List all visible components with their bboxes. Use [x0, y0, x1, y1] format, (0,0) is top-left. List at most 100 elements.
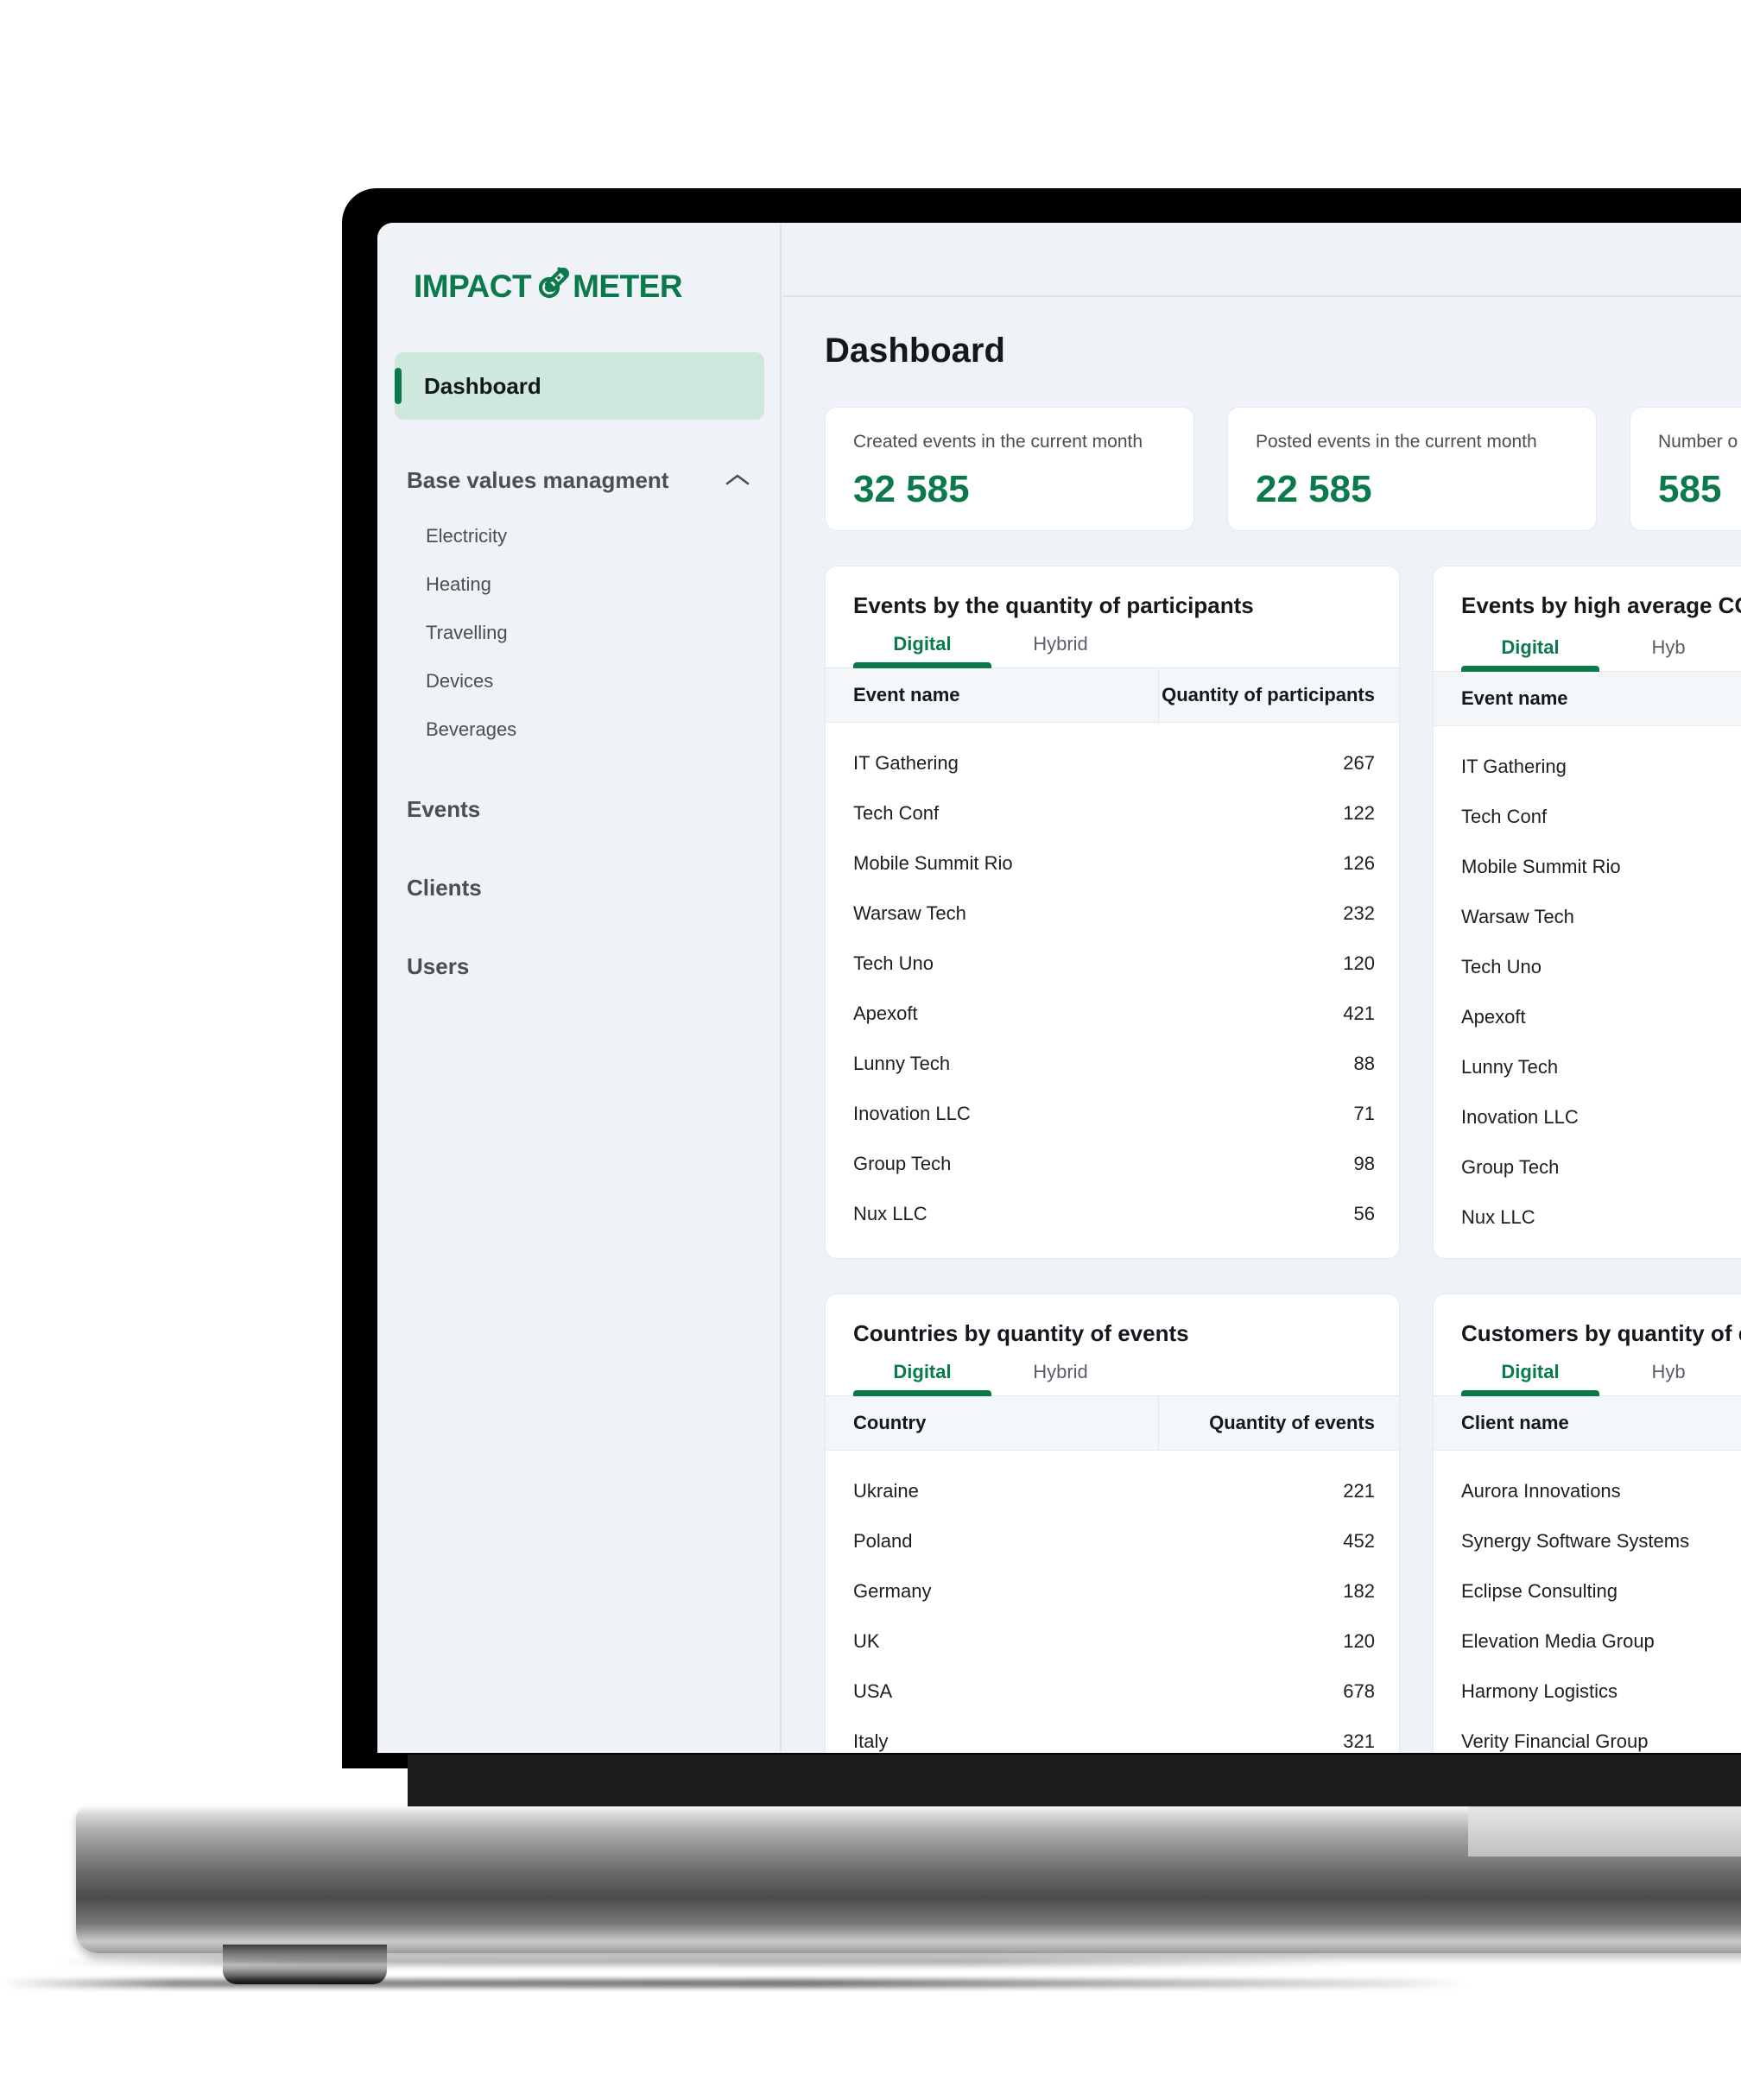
- sidebar-item-electricity[interactable]: Electricity: [395, 525, 764, 547]
- sidebar-group-label: Base values managment: [407, 466, 669, 493]
- sidebar-item-heating[interactable]: Heating: [395, 573, 764, 596]
- cell-quantity: 98: [1353, 1153, 1375, 1174]
- stat-card-row: Created events in the current month 32 5…: [825, 407, 1741, 531]
- table-row[interactable]: Nux LLC: [1434, 1192, 1741, 1243]
- table-row[interactable]: USA 678: [826, 1667, 1399, 1717]
- table-row[interactable]: Apexoft: [1434, 992, 1741, 1042]
- table-row[interactable]: Aurora Innovations: [1434, 1466, 1741, 1516]
- table-row[interactable]: Lunny Tech: [1434, 1042, 1741, 1092]
- table-row[interactable]: Inovation LLC 71: [826, 1089, 1399, 1139]
- cell-quantity: 221: [1343, 1480, 1375, 1502]
- panel-row-top: Events by the quantity of participants D…: [825, 566, 1741, 1260]
- cell-quantity: 267: [1343, 752, 1375, 774]
- laptop-screen: IMPACT METER Dashboard Base values manag…: [377, 223, 1741, 1753]
- panel-events-by-co2: Events by high average CO2 Digital Hyb E…: [1433, 566, 1741, 1260]
- stat-value: 22 585: [1256, 468, 1372, 510]
- tab-digital[interactable]: Digital: [1461, 636, 1599, 673]
- cell-country: USA: [853, 1680, 893, 1703]
- table-row[interactable]: Group Tech: [1434, 1142, 1741, 1192]
- tab-digital[interactable]: Digital: [853, 633, 991, 668]
- laptop-shadow-secondary: [52, 1958, 1347, 1965]
- table-row[interactable]: Tech Conf: [1434, 792, 1741, 842]
- stat-label: Created events in the current month: [853, 432, 1143, 452]
- table-row[interactable]: Mobile Summit Rio: [1434, 842, 1741, 892]
- chevron-up-icon[interactable]: [725, 472, 750, 488]
- cell-event-name: Warsaw Tech: [853, 902, 966, 924]
- main-content: Dashboard Created events in the current …: [783, 223, 1741, 1753]
- table-row[interactable]: Mobile Summit Rio 126: [826, 838, 1399, 889]
- sidebar-item-beverages[interactable]: Beverages: [395, 718, 764, 741]
- stat-card-posted-events[interactable]: Posted events in the current month 22 58…: [1227, 407, 1597, 531]
- table-row[interactable]: Tech Uno: [1434, 942, 1741, 992]
- cell-quantity: 452: [1343, 1530, 1375, 1553]
- table-row[interactable]: Elevation Media Group: [1434, 1616, 1741, 1667]
- cell-event-name: Nux LLC: [1461, 1206, 1535, 1229]
- thermometer-icon: [532, 262, 572, 307]
- sidebar-nav: Dashboard Base values managment Electric…: [377, 352, 782, 980]
- panel-title: Customers by quantity of ev: [1461, 1320, 1741, 1347]
- column-header-event-name: Event name: [1461, 687, 1568, 710]
- sidebar-item-travelling[interactable]: Travelling: [395, 622, 764, 644]
- sidebar-item-clients[interactable]: Clients: [395, 875, 764, 901]
- cell-client-name: Harmony Logistics: [1461, 1680, 1618, 1703]
- stat-card-created-events[interactable]: Created events in the current month 32 5…: [825, 407, 1194, 531]
- panel-title-text: Events by high average CO: [1461, 592, 1741, 618]
- table-row[interactable]: Warsaw Tech: [1434, 892, 1741, 942]
- tab-bar: Digital Hyb: [1434, 636, 1741, 673]
- cell-event-name: IT Gathering: [853, 752, 959, 774]
- column-header-event-name: Event name: [853, 684, 960, 705]
- page-title: Dashboard: [825, 332, 1005, 370]
- sidebar-item-events[interactable]: Events: [395, 796, 764, 823]
- cell-country: Poland: [853, 1530, 913, 1553]
- stat-label: Posted events in the current month: [1256, 432, 1537, 452]
- table-row[interactable]: IT Gathering 267: [826, 738, 1399, 788]
- table-row[interactable]: Ukraine 221: [826, 1466, 1399, 1516]
- table-row[interactable]: Tech Uno 120: [826, 939, 1399, 989]
- app-logo[interactable]: IMPACT METER: [414, 256, 699, 316]
- column-header-country: Country: [853, 1412, 927, 1434]
- table-row[interactable]: Germany 182: [826, 1566, 1399, 1616]
- cell-event-name: Warsaw Tech: [1461, 906, 1574, 928]
- table-row[interactable]: Eclipse Consulting: [1434, 1566, 1741, 1616]
- tab-bar: Digital Hybrid: [826, 633, 1399, 668]
- cell-client-name: Synergy Software Systems: [1461, 1530, 1690, 1553]
- cell-event-name: Lunny Tech: [1461, 1056, 1559, 1078]
- sidebar: IMPACT METER Dashboard Base values manag…: [377, 223, 782, 1753]
- table-row[interactable]: Synergy Software Systems: [1434, 1516, 1741, 1566]
- table-row[interactable]: Poland 452: [826, 1516, 1399, 1566]
- top-bar: [783, 223, 1741, 297]
- cell-country: UK: [853, 1630, 880, 1653]
- tab-digital[interactable]: Digital: [1461, 1361, 1599, 1397]
- tab-hybrid[interactable]: Hybrid: [991, 633, 1130, 667]
- tab-hybrid[interactable]: Hyb: [1599, 636, 1738, 671]
- cell-event-name: IT Gathering: [1461, 756, 1567, 778]
- table-row[interactable]: IT Gathering: [1434, 742, 1741, 792]
- cell-client-name: Elevation Media Group: [1461, 1630, 1655, 1653]
- table-row[interactable]: Warsaw Tech 232: [826, 889, 1399, 939]
- sidebar-item-users[interactable]: Users: [395, 953, 764, 980]
- stat-card-number-of[interactable]: Number o 585: [1630, 407, 1741, 531]
- table-row[interactable]: Tech Conf 122: [826, 788, 1399, 838]
- cell-event-name: Tech Conf: [1461, 806, 1548, 828]
- cell-event-name: Mobile Summit Rio: [1461, 856, 1621, 878]
- tab-digital[interactable]: Digital: [853, 1361, 991, 1397]
- table-row[interactable]: Inovation LLC: [1434, 1092, 1741, 1142]
- sidebar-item-devices[interactable]: Devices: [395, 670, 764, 693]
- cell-quantity: 120: [1343, 952, 1375, 974]
- screenshot-stage: IMPACT METER Dashboard Base values manag…: [0, 0, 1741, 2100]
- table-row[interactable]: UK 120: [826, 1616, 1399, 1667]
- cell-quantity: 56: [1353, 1203, 1375, 1224]
- table-row[interactable]: Nux LLC 56: [826, 1189, 1399, 1239]
- tab-hybrid[interactable]: Hybrid: [991, 1361, 1130, 1395]
- table-row[interactable]: Harmony Logistics: [1434, 1667, 1741, 1717]
- panel-title: Events by high average CO2: [1461, 592, 1741, 623]
- sidebar-item-dashboard[interactable]: Dashboard: [395, 352, 764, 420]
- column-header-client-name: Client name: [1461, 1412, 1569, 1434]
- table-row[interactable]: Group Tech 98: [826, 1139, 1399, 1189]
- table-row[interactable]: Italy 321: [826, 1717, 1399, 1753]
- table-row[interactable]: Verity Financial Group: [1434, 1717, 1741, 1753]
- tab-hybrid[interactable]: Hyb: [1599, 1361, 1738, 1395]
- table-row[interactable]: Lunny Tech 88: [826, 1039, 1399, 1089]
- sidebar-group-base-values[interactable]: Base values managment: [395, 461, 764, 499]
- table-row[interactable]: Apexoft 421: [826, 989, 1399, 1039]
